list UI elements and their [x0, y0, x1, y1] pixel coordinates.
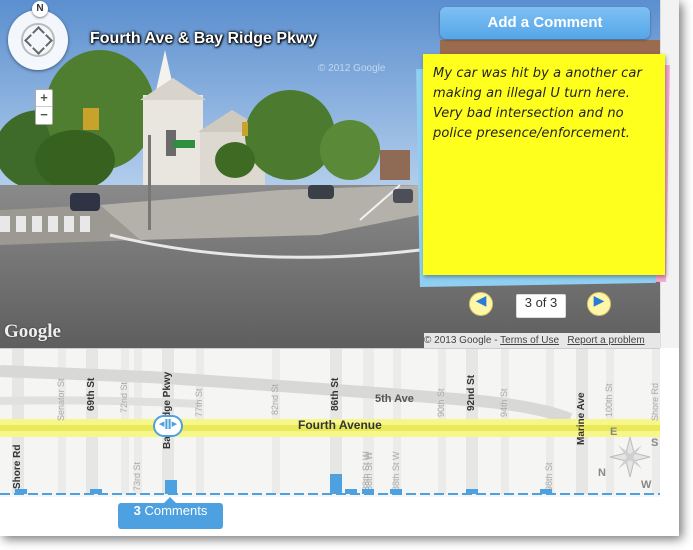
comment-page-indicator: 3 of 3: [516, 294, 566, 318]
comment-marker[interactable]: [90, 489, 102, 494]
compass-south-label: S: [651, 437, 659, 449]
zoom-in-button[interactable]: +: [36, 90, 52, 106]
comment-marker[interactable]: [15, 489, 27, 494]
street-label-dark-1: 69th St: [86, 377, 97, 411]
comment-count-number: 3: [133, 503, 141, 518]
comment-marker-selected[interactable]: [165, 480, 177, 494]
comment-marker[interactable]: [345, 489, 357, 494]
fourth-avenue-label: Fourth Avenue: [298, 418, 382, 432]
street-map[interactable]: Shore Rd 69th St Bay Ridge Pkwy 86th St 92nd…: [0, 348, 660, 497]
pan-control[interactable]: N: [8, 1, 68, 70]
arrow-right-icon: ▶: [593, 293, 605, 309]
street-label-light-3: 77th St: [194, 388, 204, 417]
comment-text: My car was hit by a another car making a…: [433, 66, 642, 141]
imagery-watermark: © 2012 Google: [318, 63, 386, 74]
location-title: Fourth Ave & Bay Ridge Pkwy: [90, 30, 318, 47]
compass-east-label: E: [610, 426, 618, 438]
comment-count-pill[interactable]: 3 Comments: [118, 497, 223, 529]
compass-north-icon[interactable]: N: [32, 1, 48, 17]
comment-marker[interactable]: [330, 474, 342, 494]
street-label-dark-5: Marine Ave: [576, 392, 587, 445]
app-frame: © 2012 Google N + − Fourth Ave & Bay Rid…: [0, 0, 679, 536]
street-label-dark-0: Shore Rd: [12, 444, 23, 489]
fifth-ave-label: 5th Ave: [375, 393, 414, 405]
comment-marker[interactable]: [362, 489, 374, 494]
map-location-marker[interactable]: ◂ǁ▸: [153, 415, 183, 437]
compass-north-label: N: [598, 467, 606, 479]
street-label-dark-4: 92nd St: [466, 374, 477, 411]
imagery-footer: © 2013 Google - Terms of Use Report a pr…: [424, 333, 660, 348]
footer-separator: -: [491, 335, 501, 346]
street-label-light-4: 82nd St: [270, 383, 280, 415]
street-label-light-10: 98th St: [544, 462, 554, 491]
add-comment-button[interactable]: Add a Comment: [440, 7, 650, 39]
report-problem-link[interactable]: Report a problem: [567, 335, 644, 346]
prev-comment-button[interactable]: ◀: [469, 292, 493, 316]
street-label-light-2: 73rd St: [132, 461, 142, 491]
street-label-light-7: 88th St W: [391, 451, 401, 491]
copyright-text: © 2013 Google: [424, 335, 492, 346]
street-label-dark-3: 86th St: [330, 377, 341, 411]
zoom-control: + −: [35, 89, 53, 125]
terms-link[interactable]: Terms of Use: [500, 335, 559, 346]
street-label-dark-2: Bay Ridge Pkwy: [162, 371, 173, 449]
map-compass-icon: [609, 436, 651, 478]
comment-marker[interactable]: [540, 489, 552, 494]
google-logo: Google: [4, 321, 61, 342]
street-label-light-11: 100th St: [604, 383, 614, 417]
street-label-light-0: Senator St: [56, 378, 66, 421]
street-label-light-9: 94th St: [499, 388, 509, 417]
next-comment-button[interactable]: ▶: [587, 292, 611, 316]
arrow-left-icon: ◀: [475, 293, 487, 309]
street-label-light-12: Shore Rd: [650, 382, 660, 421]
street-label-light-8: 90th St: [436, 388, 446, 417]
zoom-out-button[interactable]: −: [36, 107, 52, 123]
comment-marker[interactable]: [390, 489, 402, 494]
street-label-light-1: 72nd St: [119, 381, 129, 413]
street-label-light-6: 88th St W: [364, 451, 374, 491]
comment-sticky-note: My car was hit by a another car making a…: [423, 54, 665, 275]
drag-handle-icon: ◂ǁ▸: [158, 417, 178, 430]
comment-count-word: Comments: [140, 503, 208, 518]
comment-marker[interactable]: [466, 489, 478, 494]
compass-west-label: W: [641, 479, 652, 491]
